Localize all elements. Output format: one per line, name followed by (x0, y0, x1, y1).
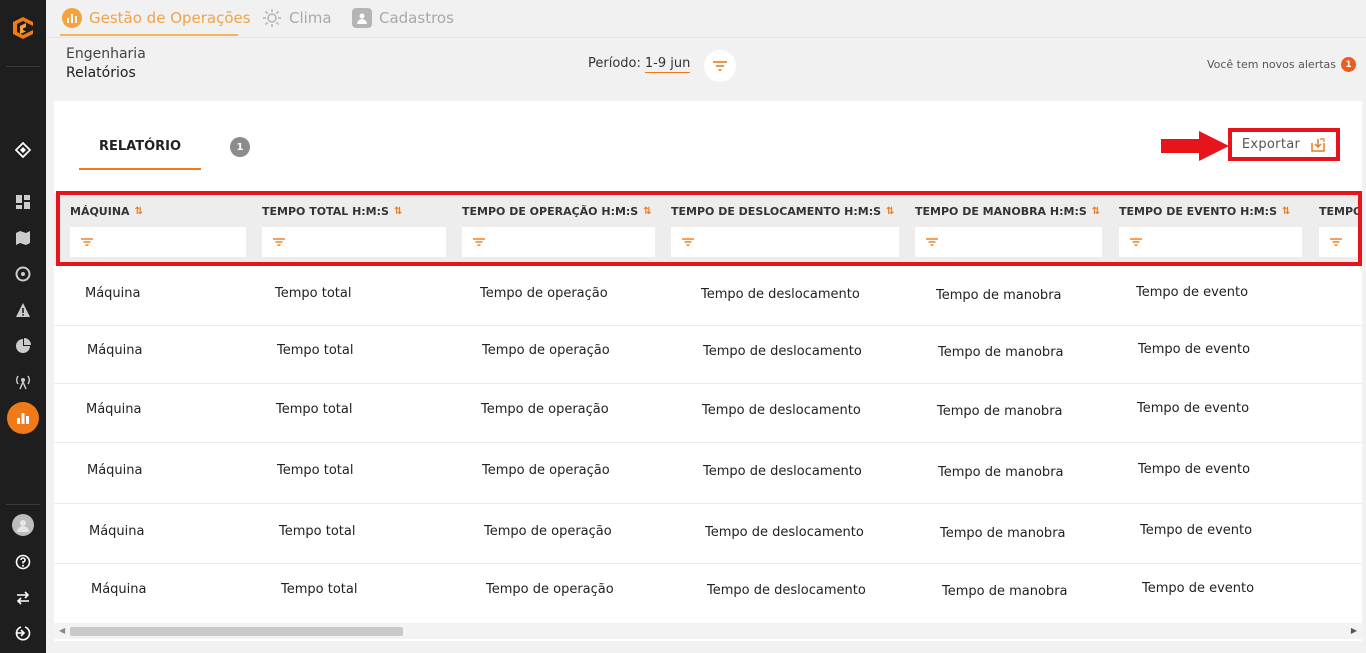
cell-tempo-manobra: Tempo de manobra (940, 526, 1066, 541)
tab-relatorio[interactable]: RELATÓRIO (79, 139, 201, 154)
cell-tempo-deslocamento: Tempo de deslocamento (701, 287, 860, 302)
cell-tempo-operacao: Tempo de operação (484, 524, 612, 539)
cell-tempo-deslocamento: Tempo de deslocamento (707, 583, 866, 598)
scroll-right-icon[interactable]: ▶ (1351, 626, 1357, 635)
cell-tempo-deslocamento: Tempo de deslocamento (705, 525, 864, 540)
active-tab-indicator (60, 34, 238, 36)
sidebar-divider (6, 66, 40, 67)
period-label: Período: (588, 56, 641, 71)
gauge-icon[interactable] (13, 264, 33, 284)
alerts-badge: 1 (1341, 57, 1356, 72)
cell-maquina: Máquina (85, 286, 141, 301)
tab-label: Cadastros (379, 9, 454, 27)
reports-icon[interactable] (7, 402, 39, 434)
logout-icon[interactable] (13, 623, 33, 643)
export-button[interactable]: Exportar (1228, 128, 1340, 161)
table-row[interactable]: Máquina Tempo total Tempo de operação Te… (54, 326, 1362, 384)
cell-maquina: Máquina (87, 463, 143, 478)
chart-icon (62, 8, 82, 28)
alerts-notice[interactable]: Você tem novos alertas 1 (1207, 57, 1356, 72)
tab-cadastros[interactable]: Cadastros (352, 4, 454, 32)
warning-icon[interactable] (13, 300, 33, 320)
cell-tempo-evento: Tempo de evento (1137, 401, 1250, 416)
cell-tempo-deslocamento: Tempo de deslocamento (702, 403, 861, 418)
table-row[interactable]: Máquina Tempo total Tempo de operação Te… (54, 266, 1362, 326)
cell-maquina: Máquina (87, 343, 143, 358)
cell-tempo-evento: Tempo de evento (1138, 342, 1251, 357)
cell-tempo-operacao: Tempo de operação (481, 402, 609, 417)
table-row[interactable]: Máquina Tempo total Tempo de operação Te… (54, 564, 1362, 623)
scrollbar-thumb[interactable] (70, 627, 403, 636)
cell-tempo-evento: Tempo de evento (1140, 523, 1253, 538)
export-label: Exportar (1241, 137, 1301, 152)
sun-icon (262, 8, 282, 28)
cell-tempo-total: Tempo total (277, 463, 354, 478)
table-row[interactable]: Máquina Tempo total Tempo de operação Te… (54, 443, 1362, 504)
report-count-badge: 1 (230, 137, 250, 157)
table-row[interactable]: Máquina Tempo total Tempo de operação Te… (54, 384, 1362, 443)
active-tab-indicator (79, 168, 201, 170)
cell-tempo-total: Tempo total (275, 286, 352, 301)
cell-tempo-total: Tempo total (279, 524, 356, 539)
report-card: RELATÓRIO 1 Exportar MÁQUINA ⇅ TEMPO TOTA… (54, 101, 1362, 641)
breadcrumb-section[interactable]: Engenharia (66, 46, 146, 62)
cell-tempo-deslocamento: Tempo de deslocamento (703, 344, 862, 359)
header-highlight (56, 191, 1362, 266)
help-icon[interactable] (13, 552, 33, 572)
top-navigation: Gestão de Operações Clima Cadastros (46, 0, 1366, 37)
cell-tempo-operacao: Tempo de operação (480, 286, 608, 301)
tab-label: Gestão de Operações (89, 9, 251, 27)
avatar[interactable] (12, 514, 34, 536)
period-filter-button[interactable] (704, 50, 736, 82)
cell-tempo-manobra: Tempo de manobra (942, 584, 1068, 599)
cell-tempo-evento: Tempo de evento (1142, 581, 1255, 596)
pie-icon[interactable] (13, 336, 33, 356)
page-header: Engenharia Relatórios Período: 1-9 jun Vo… (46, 37, 1366, 95)
cell-tempo-operacao: Tempo de operação (486, 582, 614, 597)
antenna-icon[interactable] (13, 372, 33, 392)
horizontal-scrollbar[interactable]: ◀ ▶ (54, 623, 1362, 639)
cell-tempo-manobra: Tempo de manobra (938, 345, 1064, 360)
alerts-text: Você tem novos alertas (1206, 58, 1336, 71)
filter-icon (713, 61, 727, 71)
table-row[interactable]: Máquina Tempo total Tempo de operação Te… (54, 504, 1362, 564)
sidebar-divider (6, 504, 40, 505)
cell-tempo-total: Tempo total (276, 402, 353, 417)
dashboard-icon[interactable] (13, 192, 33, 212)
cell-tempo-manobra: Tempo de manobra (936, 288, 1062, 303)
cell-tempo-deslocamento: Tempo de deslocamento (703, 464, 862, 479)
tab-gestao-operacoes[interactable]: Gestão de Operações (62, 4, 251, 32)
period-selector[interactable]: Período: 1-9 jun (588, 56, 691, 73)
logo-icon[interactable] (9, 14, 37, 42)
period-value[interactable]: 1-9 jun (644, 56, 691, 73)
cell-tempo-operacao: Tempo de operação (482, 343, 610, 358)
scroll-left-icon[interactable]: ◀ (59, 626, 65, 635)
swap-icon[interactable] (13, 588, 33, 608)
user-icon (352, 8, 372, 28)
cell-maquina: Máquina (89, 524, 145, 539)
download-icon (1311, 137, 1325, 152)
page-title: Relatórios (66, 65, 136, 81)
map-icon[interactable] (13, 228, 33, 248)
cell-tempo-total: Tempo total (281, 582, 358, 597)
tab-label: Clima (289, 9, 332, 27)
cell-tempo-evento: Tempo de evento (1136, 285, 1249, 300)
cell-maquina: Máquina (86, 402, 142, 417)
arrow-icon (1161, 131, 1229, 161)
cell-tempo-total: Tempo total (277, 343, 354, 358)
cell-tempo-manobra: Tempo de manobra (938, 465, 1064, 480)
cell-tempo-evento: Tempo de evento (1138, 462, 1251, 477)
tab-clima[interactable]: Clima (262, 4, 332, 32)
sidebar (0, 0, 46, 653)
diamond-icon[interactable] (13, 140, 33, 160)
cell-maquina: Máquina (91, 582, 147, 597)
cell-tempo-operacao: Tempo de operação (482, 463, 610, 478)
cell-tempo-manobra: Tempo de manobra (937, 404, 1063, 419)
